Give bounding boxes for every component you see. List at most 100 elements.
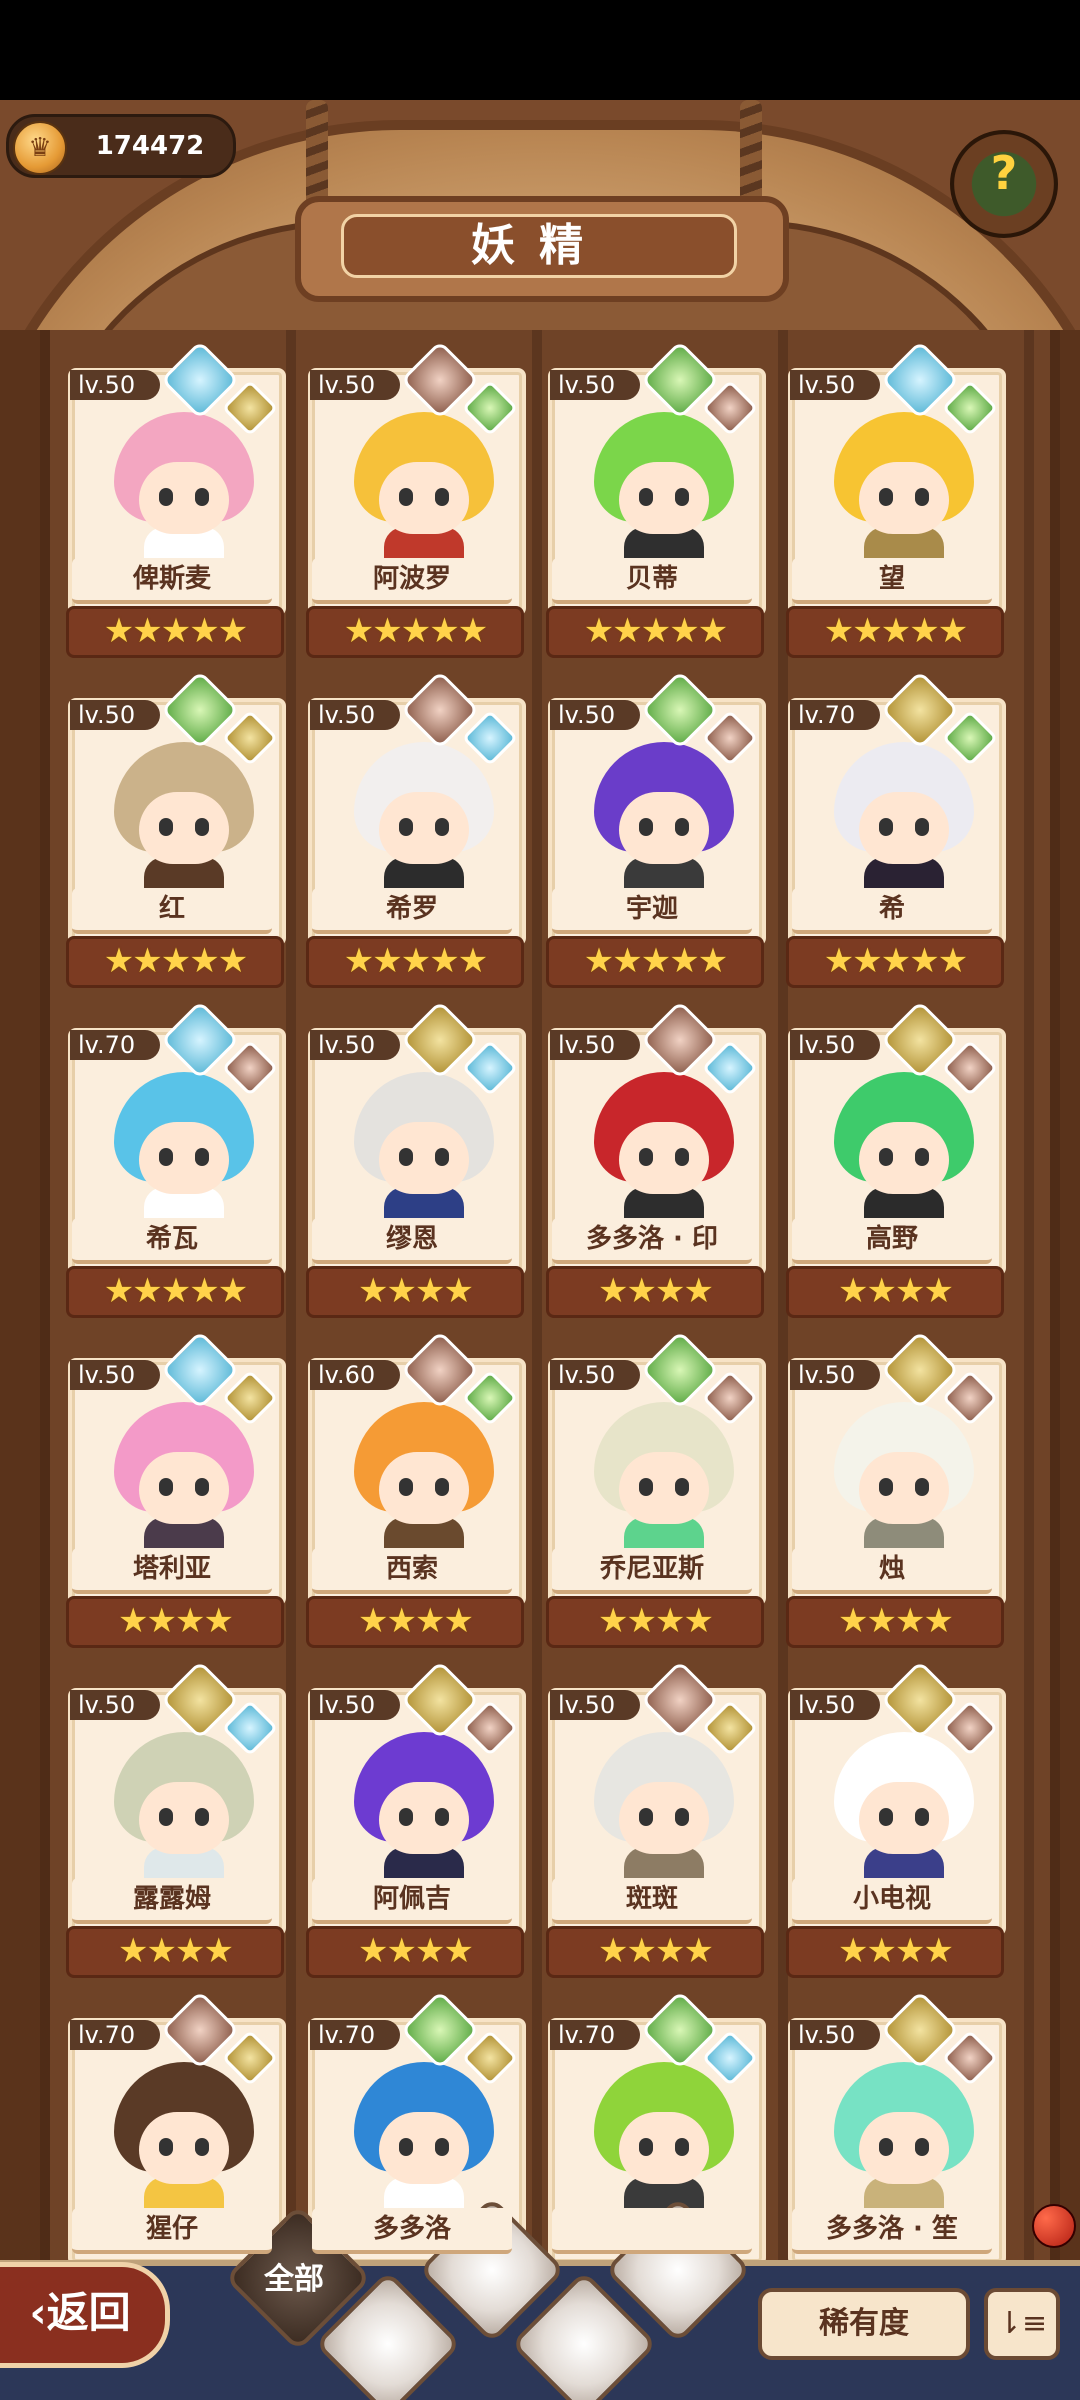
fairy-eye: [639, 2138, 653, 2156]
sort-order-button[interactable]: ⇂≡: [984, 2288, 1060, 2360]
fairy-eye: [435, 488, 449, 506]
fairy-card[interactable]: lv.50 小电视 ★★★★: [780, 1660, 1006, 1978]
fairy-character: [114, 2062, 254, 2217]
fairy-face: [619, 462, 709, 534]
fairy-face: [859, 1782, 949, 1854]
fairy-character: [594, 2062, 734, 2217]
star-rating: ★★★★★: [306, 606, 524, 658]
fairy-eye: [399, 1808, 413, 1826]
name-ribbon: 希: [780, 884, 1004, 934]
fairy-name: 塔利亚: [132, 1554, 211, 1584]
level-badge: lv.50: [310, 370, 400, 400]
fairy-name: 缪恩: [385, 1224, 438, 1254]
fairy-eye: [399, 488, 413, 506]
ladybug-icon[interactable]: [1032, 2204, 1076, 2248]
status-bar-area: [0, 0, 1080, 100]
fairy-card[interactable]: lv.50 宇迦 ★★★★★: [540, 670, 766, 988]
fairy-name: 希罗: [385, 894, 438, 924]
fairy-eye: [159, 818, 173, 836]
fairy-face: [379, 2112, 469, 2184]
level-badge: lv.50: [310, 700, 400, 730]
fairy-card[interactable]: lv.50 露露姆 ★★★★: [60, 1660, 286, 1978]
fairy-character: [354, 1402, 494, 1557]
fairy-card[interactable]: lv.50 红 ★★★★★: [60, 670, 286, 988]
fairy-face: [139, 462, 229, 534]
name-ribbon: 多多洛 · 笙: [780, 2204, 1004, 2254]
name-ribbon: 多多洛: [300, 2204, 524, 2254]
fairy-card[interactable]: lv.50 烛 ★★★★: [780, 1330, 1006, 1648]
fairy-eye: [675, 2138, 689, 2156]
fairy-character: [594, 412, 734, 567]
fairy-eye: [195, 818, 209, 836]
fairy-face: [379, 1122, 469, 1194]
fairy-card[interactable]: lv.50 阿波罗 ★★★★★: [300, 340, 526, 658]
back-button[interactable]: ‹返回: [0, 2262, 170, 2368]
fairy-character: [834, 2062, 974, 2217]
star-icons: ★★★★: [118, 1601, 234, 1641]
fairy-eye: [399, 2138, 413, 2156]
fairy-card[interactable]: lv.60 西索 ★★★★: [300, 1330, 526, 1648]
level-badge: lv.70: [310, 2020, 400, 2050]
currency-display: ♛ 174472: [6, 114, 236, 178]
star-icons: ★★★★: [358, 1271, 474, 1311]
fairy-card[interactable]: lv.50 缪恩 ★★★★: [300, 1000, 526, 1318]
fairy-character: [834, 1402, 974, 1557]
fairy-collection-screen: ♛ 174472 ? 妖精 lv.50 俾斯麦 ★★★★★ lv.50 阿波罗 ★★★★★…: [0, 0, 1080, 2400]
star-icons: ★★★★★: [103, 1271, 248, 1311]
level-badge: lv.50: [550, 1690, 640, 1720]
fairy-name: 红: [158, 894, 185, 924]
fairy-card[interactable]: lv.50 阿佩吉 ★★★★: [300, 1660, 526, 1978]
star-icons: ★★★★: [118, 1931, 234, 1971]
fairy-card[interactable]: lv.70 希瓦 ★★★★★: [60, 1000, 286, 1318]
fairy-name: 多多洛 · 笙: [826, 2214, 958, 2244]
fairy-card[interactable]: lv.50 希罗 ★★★★★: [300, 670, 526, 988]
level-badge: lv.50: [310, 1690, 400, 1720]
name-ribbon: 俾斯麦: [60, 554, 284, 604]
fairy-character: [594, 1732, 734, 1887]
star-rating: ★★★★★: [786, 606, 1004, 658]
fairy-card[interactable]: lv.50 望 ★★★★★: [780, 340, 1006, 658]
star-icons: ★★★★: [358, 1931, 474, 1971]
fairy-face: [619, 1452, 709, 1524]
fairy-face: [379, 1782, 469, 1854]
name-ribbon: 猩仔: [60, 2204, 284, 2254]
fairy-card[interactable]: lv.50 多多洛 · 印 ★★★★: [540, 1000, 766, 1318]
fairy-card[interactable]: lv.50 塔利亚 ★★★★: [60, 1330, 286, 1648]
fairy-name: 烛: [878, 1554, 905, 1584]
fairy-eye: [915, 1478, 929, 1496]
fairy-name: 阿波罗: [372, 564, 451, 594]
star-rating: ★★★★: [786, 1266, 1004, 1318]
name-ribbon: 希瓦: [60, 1214, 284, 1264]
fairy-card[interactable]: lv.50 贝蒂 ★★★★★: [540, 340, 766, 658]
fairy-eye: [195, 488, 209, 506]
fairy-eye: [195, 1148, 209, 1166]
fairy-eye: [639, 1478, 653, 1496]
fairy-face: [139, 2112, 229, 2184]
help-button[interactable]: ?: [950, 130, 1058, 238]
fairy-name: 猩仔: [145, 2214, 198, 2244]
fairy-card[interactable]: lv.50 高野 ★★★★: [780, 1000, 1006, 1318]
star-icons: ★★★★★: [823, 611, 968, 651]
fairy-card[interactable]: lv.50 乔尼亚斯 ★★★★: [540, 1330, 766, 1648]
fairy-eye: [159, 488, 173, 506]
page-title: 妖精: [471, 220, 607, 271]
rarity-sort-button[interactable]: 稀有度: [758, 2288, 970, 2360]
fairy-character: [594, 1402, 734, 1557]
fairy-card[interactable]: lv.50 斑斑 ★★★★: [540, 1660, 766, 1978]
level-badge: lv.70: [70, 2020, 160, 2050]
fairy-eye: [915, 818, 929, 836]
fairy-card[interactable]: lv.70 希 ★★★★★: [780, 670, 1006, 988]
fairy-name: 多多洛 · 印: [586, 1224, 718, 1254]
star-rating: ★★★★: [66, 1596, 284, 1648]
star-rating: ★★★★★: [66, 606, 284, 658]
fairy-eye: [879, 1808, 893, 1826]
fairy-name: [540, 2208, 764, 2250]
fairy-face: [139, 1122, 229, 1194]
name-ribbon: 烛: [780, 1544, 1004, 1594]
fairy-eye: [879, 2138, 893, 2156]
fairy-eye: [435, 2138, 449, 2156]
level-badge: lv.60: [310, 1360, 400, 1390]
fairy-card[interactable]: lv.50 俾斯麦 ★★★★★: [60, 340, 286, 658]
star-icons: ★★★★: [598, 1931, 714, 1971]
name-ribbon: 多多洛 · 印: [540, 1214, 764, 1264]
